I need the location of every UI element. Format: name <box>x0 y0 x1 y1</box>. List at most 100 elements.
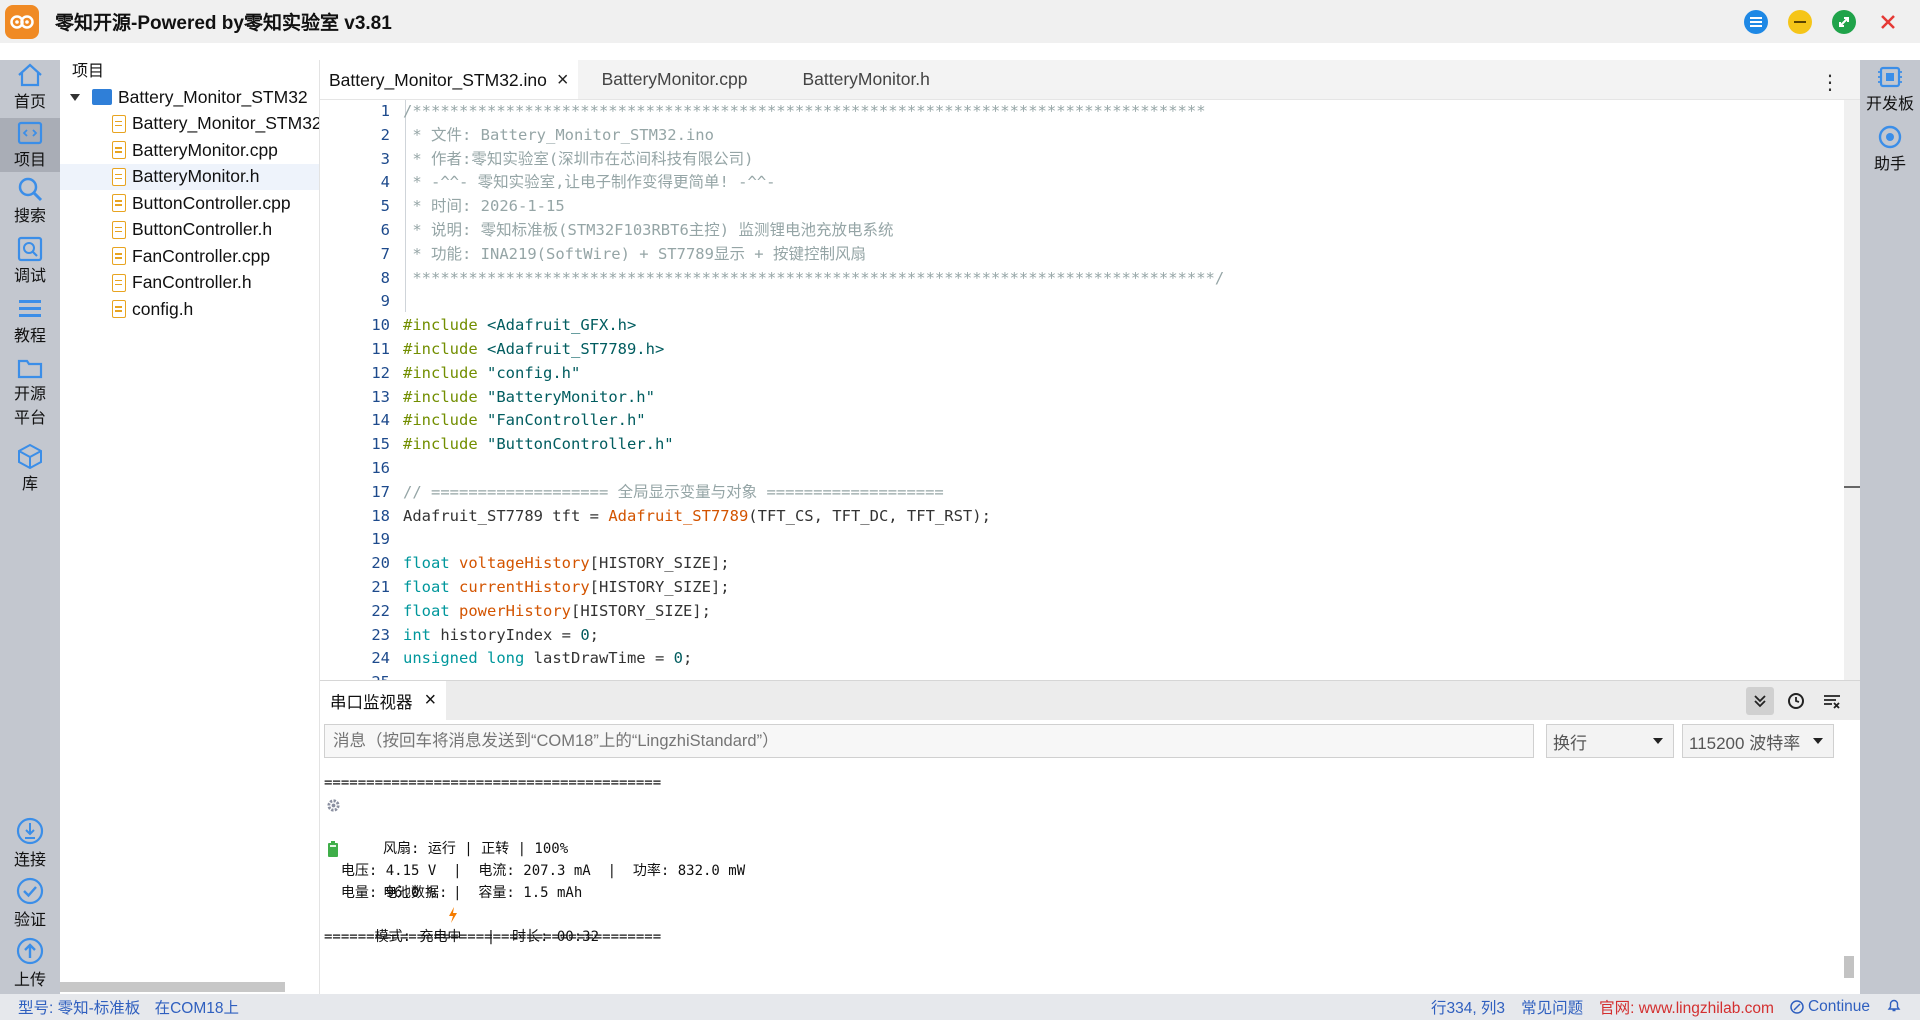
file-item[interactable]: config.h <box>60 296 319 323</box>
file-item[interactable]: FanController.h <box>60 270 319 297</box>
code-line[interactable]: // =================== 全局显示变量与对象 =======… <box>403 481 1844 505</box>
file-item[interactable]: ButtonController.h <box>60 217 319 244</box>
code-line[interactable]: /***************************************… <box>403 100 1844 124</box>
code-token: * 文件: Battery_Monitor_STM32.ino <box>403 125 714 144</box>
board-model[interactable]: 型号: 零知-标准板 <box>18 1000 140 1017</box>
nav-open-source-label-1: 开源 <box>13 386 46 403</box>
code-token: #include <box>403 387 487 406</box>
code-line[interactable]: #include "ButtonController.h" <box>403 433 1844 457</box>
tab-battery-monitor-h[interactable]: BatteryMonitor.h <box>793 59 938 99</box>
folder-icon <box>17 359 43 379</box>
code-line[interactable]: * 文件: Battery_Monitor_STM32.ino <box>403 124 1844 148</box>
nav-search[interactable]: 搜索 <box>0 176 60 230</box>
code-line[interactable]: Adafruit_ST7789 tft = Adafruit_ST7789(TF… <box>403 505 1844 529</box>
nav-assistant[interactable]: 助手 <box>1860 124 1920 178</box>
editor-vertical-scrollbar[interactable] <box>1844 100 1860 680</box>
close-icon[interactable]: × <box>557 69 569 92</box>
timestamp-toggle[interactable] <box>1782 687 1810 715</box>
project-horizontal-scrollbar[interactable] <box>60 982 285 992</box>
code-token: // =================== 全局显示变量与对象 =======… <box>403 482 944 501</box>
code-line[interactable] <box>403 671 1844 680</box>
file-icon <box>112 300 126 319</box>
nav-tutorial[interactable]: 教程 <box>0 296 60 350</box>
code-line[interactable] <box>403 528 1844 552</box>
code-line[interactable]: * 时间: 2026-1-15 <box>403 195 1844 219</box>
nav-library[interactable]: 库 <box>0 442 60 496</box>
line-ending-select[interactable]: 换行 <box>1546 724 1674 758</box>
project-root[interactable]: Battery_Monitor_STM32 <box>60 84 319 111</box>
clear-list-icon <box>1824 695 1840 709</box>
project-folder-icon <box>92 89 112 106</box>
code-line[interactable]: float currentHistory[HISTORY_SIZE]; <box>403 576 1844 600</box>
code-line[interactable]: * -^^- 零知实验室,让电子制作变得更简单! -^^- <box>403 171 1844 195</box>
code-line[interactable]: * 作者:零知实验室(深圳市在芯间科技有限公司) <box>403 148 1844 172</box>
file-item-selected[interactable]: BatteryMonitor.h <box>60 163 319 190</box>
close-icon[interactable] <box>1876 10 1900 34</box>
autoscroll-toggle[interactable] <box>1746 687 1774 715</box>
app-logo-icon <box>5 4 39 39</box>
title-bar: 零知开源-Powered by零知实验室 v3.81 <box>0 0 1920 43</box>
tab-battery-monitor-cpp[interactable]: BatteryMonitor.cpp <box>578 59 794 99</box>
code-line[interactable]: #include "FanController.h" <box>403 409 1844 433</box>
nav-search-label: 搜索 <box>13 208 46 225</box>
file-item[interactable]: Battery_Monitor_STM32.ino <box>60 111 319 138</box>
port-status[interactable]: 在COM18上 <box>155 1000 239 1017</box>
verify-button[interactable]: 验证 <box>0 876 60 930</box>
maximize-icon[interactable] <box>1832 9 1856 34</box>
file-item[interactable]: ButtonController.cpp <box>60 190 319 217</box>
nav-project[interactable]: 项目 <box>0 118 60 172</box>
bell-icon[interactable] <box>1886 997 1902 1018</box>
nav-project-label: 项目 <box>13 152 46 169</box>
code-line[interactable]: #include <Adafruit_GFX.h> <box>403 314 1844 338</box>
faq-link[interactable]: 常见问题 <box>1521 996 1583 1018</box>
serial-message-input[interactable] <box>324 724 1534 758</box>
upload-button[interactable]: 上传 <box>0 936 60 990</box>
nav-debug[interactable]: 调试 <box>0 236 60 290</box>
minimize-icon[interactable] <box>1788 9 1812 34</box>
line-number: 16 <box>371 458 390 477</box>
clear-output-button[interactable] <box>1818 687 1846 715</box>
project-panel: 项目 Battery_Monitor_STM32 Battery_Monitor… <box>60 60 320 994</box>
scroll-position-marker <box>1844 486 1860 488</box>
code-line[interactable] <box>403 290 1844 314</box>
upload-label: 上传 <box>13 972 46 989</box>
code-line[interactable] <box>403 457 1844 481</box>
line-number: 13 <box>371 387 390 406</box>
tab-battery-monitor-ino[interactable]: Battery_Monitor_STM32.ino × <box>320 59 578 99</box>
nav-home[interactable]: 首页 <box>0 62 60 116</box>
code-line[interactable]: float powerHistory[HISTORY_SIZE]; <box>403 600 1844 624</box>
chevron-down-icon[interactable] <box>70 93 80 101</box>
code-line[interactable]: unsigned long lastDrawTime = 0; <box>403 647 1844 671</box>
file-item[interactable]: BatteryMonitor.cpp <box>60 137 319 164</box>
code-content[interactable]: /***************************************… <box>403 100 1844 680</box>
code-line[interactable]: * 功能: INA219(SoftWire) + ST7789显示 + 按键控制… <box>403 243 1844 267</box>
tab-label: BatteryMonitor.cpp <box>601 68 748 89</box>
file-item[interactable]: FanController.cpp <box>60 243 319 270</box>
code-editor[interactable]: 1234567891011121314151617181920212223242… <box>320 100 1860 680</box>
code-line[interactable]: #include "config.h" <box>403 362 1844 386</box>
code-line[interactable]: #include "BatteryMonitor.h" <box>403 386 1844 410</box>
code-token: #include <box>403 435 487 454</box>
menu-icon[interactable] <box>1744 9 1768 34</box>
website-link[interactable]: 官网: www.lingzhilab.com <box>1599 996 1774 1018</box>
more-options-icon[interactable]: ⋮ <box>1820 70 1840 95</box>
nav-dev-board[interactable]: 开发板 <box>1860 64 1920 118</box>
code-token: /***************************************… <box>403 102 1206 120</box>
code-token: ; <box>682 649 693 668</box>
connect-button[interactable]: 连接 <box>0 816 60 870</box>
serial-output[interactable]: ========================================… <box>320 764 1860 994</box>
close-icon[interactable]: × <box>425 689 437 712</box>
continue-button[interactable]: Continue <box>1790 998 1870 1016</box>
code-line[interactable]: float voltageHistory[HISTORY_SIZE]; <box>403 552 1844 576</box>
line-number: 9 <box>380 292 390 311</box>
nav-open-source-platform[interactable]: 开源 平台 <box>0 356 60 428</box>
code-line[interactable]: * 说明: 零知标准板(STM32F103RBT6主控) 监测锂电池充放电系统 <box>403 219 1844 243</box>
serial-output-scrollbar[interactable] <box>1844 956 1854 978</box>
file-icon <box>112 114 126 133</box>
baud-rate-select[interactable]: 115200 波特率 <box>1682 724 1834 758</box>
tab-serial-monitor[interactable]: 串口监视器 × <box>320 680 447 721</box>
line-number: 2 <box>380 125 390 144</box>
code-line[interactable]: ****************************************… <box>403 267 1844 291</box>
code-line[interactable]: #include <Adafruit_ST7789.h> <box>403 338 1844 362</box>
code-line[interactable]: int historyIndex = 0; <box>403 624 1844 648</box>
